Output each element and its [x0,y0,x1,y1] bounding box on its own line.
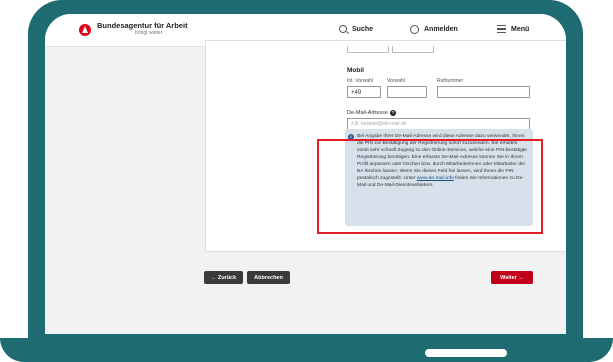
highlight-frame [317,139,543,234]
menu-label: Menü [511,25,530,33]
phone-number-label: Rufnummer [437,78,464,84]
cancel-button[interactable]: Abbrechen [247,271,290,284]
previous-field-stub [347,46,389,53]
menu-button[interactable]: Menü [497,25,529,33]
back-button[interactable]: ← Zurück [204,271,243,284]
brand-tagline: bringt weiter. [135,30,164,36]
search-label: Suche [352,25,374,33]
search-icon [339,25,347,33]
login-button[interactable]: Anmelden [410,25,458,34]
search-button[interactable]: Suche [339,25,373,33]
email-label-row: De-Mail-Adresse ? [347,110,396,116]
login-label: Anmelden [424,26,458,33]
previous-field-stub [392,46,434,53]
area-code-label: Vorwahl [387,78,405,84]
mobile-section-title: Mobil [347,67,364,74]
laptop-base [0,338,613,362]
intl-prefix-input[interactable]: +49 [347,86,381,98]
ba-logo-icon[interactable] [79,24,91,36]
email-label: De-Mail-Adresse [347,110,388,116]
help-icon[interactable]: ? [389,110,396,116]
user-icon [410,25,419,34]
area-code-input[interactable] [387,86,427,98]
intl-prefix-label: Int. Vorwahl [347,78,374,84]
next-button[interactable]: Weiter → [491,271,533,284]
brand-name[interactable]: Bundesagentur für Arbeit [97,21,188,30]
menu-icon [497,25,506,33]
phone-number-input[interactable] [437,86,530,98]
trackpad [425,349,507,357]
